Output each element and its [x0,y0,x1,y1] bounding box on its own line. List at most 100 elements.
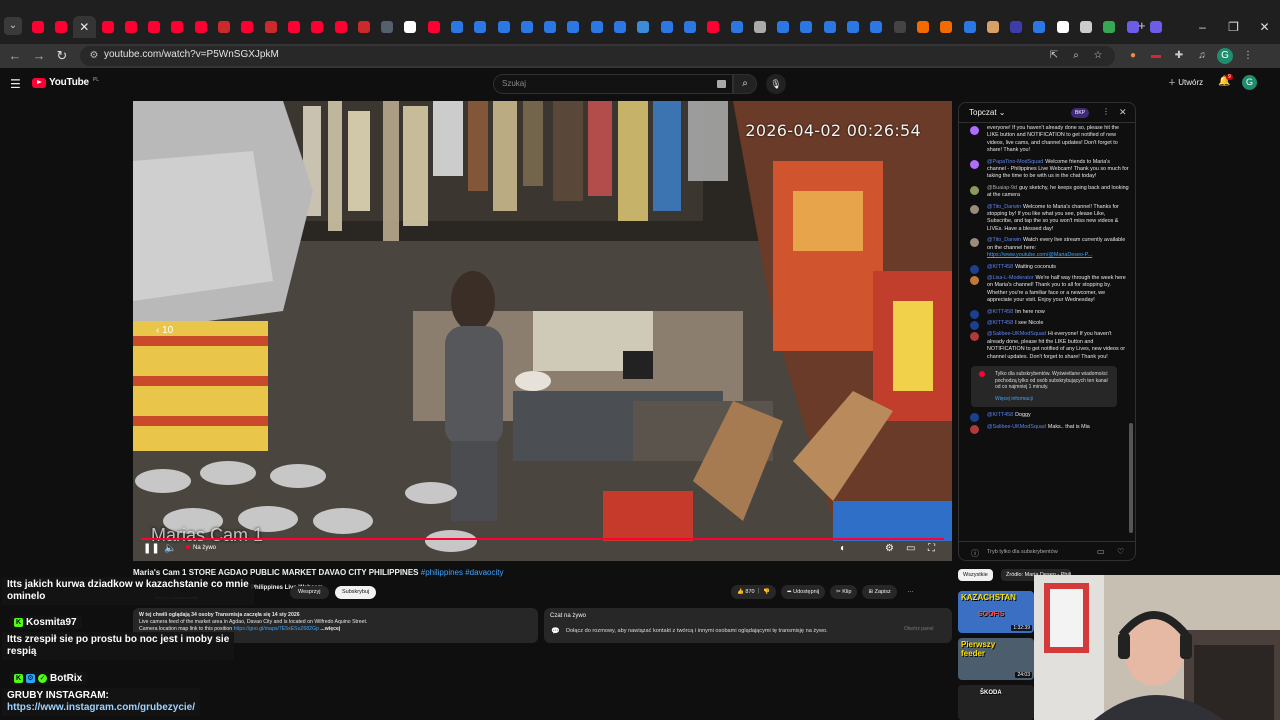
browser-tab[interactable] [795,16,818,38]
pause-icon[interactable]: ❚❚ [143,543,160,554]
browser-tab[interactable] [259,16,282,38]
browser-tab[interactable] [282,16,305,38]
media-control-icon[interactable]: ♫ [1194,48,1210,64]
video-player[interactable]: 2026-04-02 00:26:54 ‹ 10 Marias Cam 1 ❚❚… [133,101,952,561]
search-input[interactable]: Szukaj [493,74,733,94]
browser-tab[interactable] [422,16,445,38]
browser-tab[interactable] [841,16,864,38]
volume-icon[interactable]: 🔈 [164,543,176,554]
subscribe-button[interactable]: Subskrybuj [335,586,377,599]
browser-tab[interactable] [1144,16,1167,38]
browser-tab[interactable] [492,16,515,38]
chat-avatar[interactable] [970,332,979,342]
chat-avatar[interactable] [970,185,979,195]
browser-tab[interactable] [818,16,841,38]
browser-tab[interactable] [236,16,259,38]
browser-tab[interactable] [911,16,934,38]
menu-icon[interactable]: ☰ [10,77,21,91]
browser-tab[interactable] [212,16,235,38]
install-app-icon[interactable]: ⇱ [1047,49,1061,63]
chat-avatar[interactable] [970,126,979,135]
chat-author[interactable]: @Salibee-UKModSquad [987,424,1046,430]
info-icon[interactable]: ⓘ [971,548,979,559]
browser-tab[interactable] [142,16,165,38]
recommended-thumbnail[interactable]: Pierwszy feeder 24:03 [958,638,1034,680]
chat-avatar[interactable] [970,238,979,248]
settings-gear-icon[interactable]: ⚙ [885,543,894,554]
browser-tab[interactable] [1004,16,1027,38]
chat-mode-dropdown[interactable]: Topczat ⌄ [969,108,1006,117]
browser-tab[interactable]: ✕ [72,16,96,38]
desc-more-link[interactable]: ...więcej [320,626,340,632]
join-button[interactable]: Wesprzyj [290,586,329,599]
browser-tab[interactable] [981,16,1004,38]
browser-tab[interactable] [1028,16,1051,38]
chat-author[interactable]: @Tito_Darwin [987,204,1021,210]
share-button[interactable]: ➦ Udostępnij [781,585,826,599]
browser-tab[interactable] [445,16,468,38]
live-indicator[interactable]: Na żywo [186,545,216,551]
browser-tab[interactable] [1074,16,1097,38]
chat-author[interactable]: @KITT458 [987,412,1013,418]
browser-menu-icon[interactable]: ⋮ [1240,48,1256,64]
recommended-thumbnail[interactable]: ŠKODA [958,685,1034,720]
extension-icon[interactable]: ▬ [1148,48,1164,64]
browser-tab[interactable] [469,16,492,38]
browser-tab[interactable] [725,16,748,38]
progress-bar[interactable] [141,538,944,540]
fullscreen-icon[interactable]: ⛶ [928,543,935,554]
more-actions-icon[interactable]: ⋯ [902,585,920,599]
browser-tab[interactable] [1051,16,1074,38]
browser-tab[interactable] [632,16,655,38]
chat-author[interactable]: @Buaiap-9d [987,185,1017,191]
bookmark-star-icon[interactable]: ☆ [1091,49,1105,63]
more-info-link[interactable]: Więcej informacji [995,396,1109,403]
browser-tab[interactable] [329,16,352,38]
chat-author[interactable]: @Lisa-L-Moderator [987,275,1034,281]
chat-link[interactable]: https://www.youtube.com/@MariaDeseo-P... [987,252,1092,258]
browser-tab[interactable] [702,16,725,38]
extension-icon[interactable]: ● [1125,48,1141,64]
browser-tab[interactable] [96,16,119,38]
recommended-thumbnail[interactable]: KAZACHSTAN SOOFIS 1:32:39 [958,591,1034,633]
close-chat-icon[interactable]: ✕ [1119,107,1127,118]
address-bar[interactable]: ⚙ youtube.com/watch?v=P5WnSGXJpkM ⇱ ⌕ ☆ [80,46,1115,66]
chat-avatar[interactable] [970,424,979,434]
browser-tab[interactable] [515,16,538,38]
browser-tab[interactable] [608,16,631,38]
search-icon[interactable]: ⌕ [733,74,757,94]
chip-all[interactable]: Wszystkie [958,569,993,581]
forward-icon[interactable]: → [30,47,48,65]
browser-tab[interactable] [655,16,678,38]
chat-author[interactable]: @KITT458 [987,309,1013,315]
chat-author[interactable]: @PapaTino-ModSquad [987,159,1043,165]
create-button[interactable]: ＋ Utwórz [1168,77,1203,88]
desc-map-link[interactable]: https://goo.gl/maps/7E5xESxZ682Gp [234,626,319,632]
chat-author[interactable]: @Salibee-UKModSquad [987,331,1046,337]
thumbs-down-icon[interactable]: ｜ 👎 [756,589,770,595]
account-avatar[interactable]: G [1242,75,1257,90]
browser-tab[interactable] [562,16,585,38]
new-tab-icon[interactable]: + [1138,18,1146,33]
browser-tab[interactable] [26,16,49,38]
autoplay-toggle[interactable]: ◐ [840,543,846,554]
close-window-icon[interactable]: ✕ [1249,16,1280,38]
chat-author[interactable]: @KITT458 [987,264,1013,270]
chat-scrollbar[interactable] [1129,423,1133,533]
browser-tab[interactable] [1098,16,1121,38]
browser-tab[interactable] [306,16,329,38]
emoji-picker-icon[interactable]: ▭ [1097,547,1105,556]
browser-tab[interactable] [352,16,375,38]
close-icon[interactable]: ✕ [78,21,90,33]
chat-author[interactable]: @Tito_Darwin [987,237,1021,243]
browser-tab[interactable] [119,16,142,38]
extensions-puzzle-icon[interactable]: ✚ [1171,48,1187,64]
chat-avatar[interactable] [970,204,979,214]
save-button[interactable]: ⊞ Zapisz [862,585,897,599]
youtube-logo[interactable]: YouTube PL [32,77,99,88]
back-icon[interactable]: ← [6,47,24,65]
microphone-icon[interactable]: 🎙 [766,74,786,94]
browser-tab[interactable] [539,16,562,38]
profile-avatar[interactable]: G [1217,48,1233,64]
more-options-icon[interactable]: ⋮ [1102,107,1110,116]
